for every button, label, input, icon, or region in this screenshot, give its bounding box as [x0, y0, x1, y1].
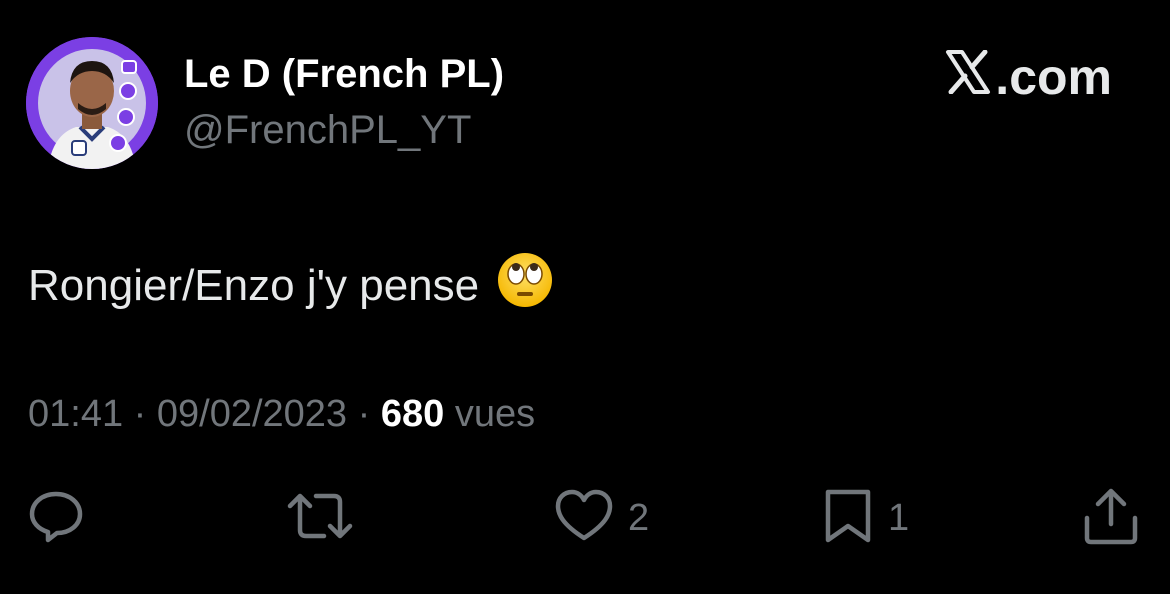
bookmark-icon: [822, 486, 874, 551]
tweet-text: Rongier/Enzo j'y pense: [28, 252, 553, 321]
brand-label: .com: [995, 49, 1112, 105]
retweet-button[interactable]: [286, 486, 354, 550]
display-name[interactable]: Le D (French PL): [184, 52, 504, 96]
tweet-meta: 01:41 · 09/02/2023 · 680 vues: [28, 392, 535, 438]
user-handle[interactable]: @FrenchPL_YT: [184, 108, 471, 152]
tweet-date[interactable]: 09/02/2023: [157, 393, 347, 435]
brand-x-com: .com: [945, 49, 1112, 105]
rolling-eyes-emoji-icon: [497, 252, 553, 321]
bookmark-button[interactable]: 1: [822, 486, 909, 550]
share-icon: [1082, 486, 1140, 551]
tweet-time[interactable]: 01:41: [28, 393, 123, 435]
heart-icon: [554, 486, 614, 551]
views-label: vues: [454, 393, 536, 435]
avatar-photo: [26, 37, 158, 169]
bookmark-count: 1: [888, 496, 910, 539]
avatar[interactable]: [26, 37, 158, 169]
like-count: 2: [628, 496, 650, 539]
like-button[interactable]: 2: [554, 486, 649, 550]
views-count[interactable]: 680: [381, 393, 444, 435]
action-bar: 2 1: [0, 486, 1170, 550]
retweet-icon: [286, 486, 354, 551]
reply-icon: [26, 486, 86, 551]
tweet-text-content: Rongier/Enzo j'y pense: [28, 261, 480, 310]
reply-button[interactable]: [26, 486, 86, 550]
x-logo-icon: [945, 49, 991, 105]
meta-separator: ·: [347, 393, 381, 435]
share-button[interactable]: [1082, 486, 1140, 550]
meta-separator: ·: [123, 393, 157, 435]
